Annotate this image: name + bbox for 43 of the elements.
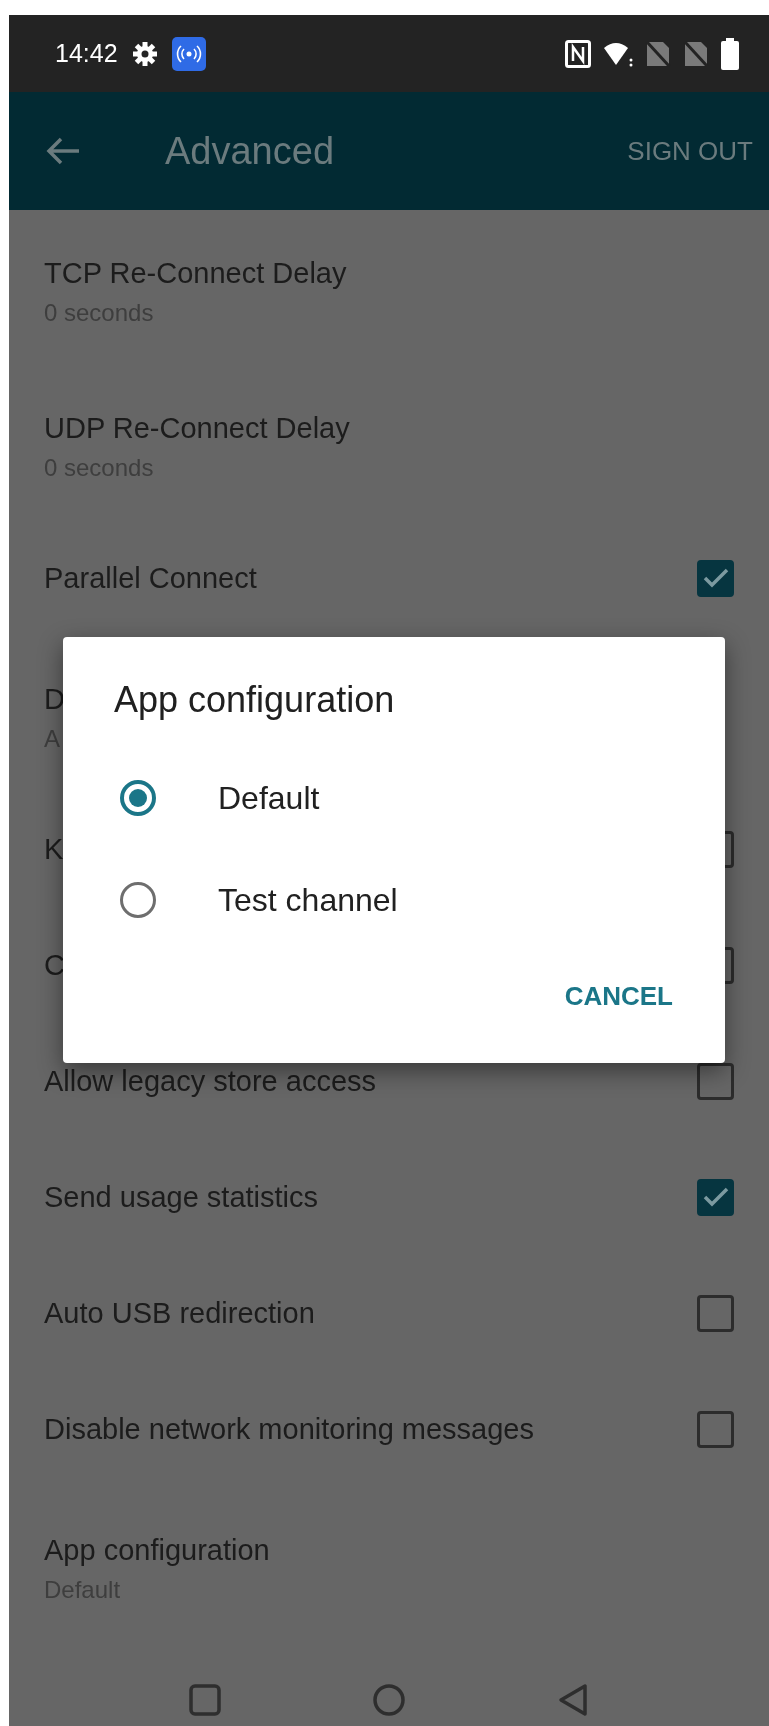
setting-title: K — [44, 832, 64, 867]
cancel-button[interactable]: CANCEL — [564, 977, 673, 1016]
back-button[interactable] — [556, 1683, 590, 1717]
nfc-icon — [565, 39, 591, 68]
setting-row[interactable]: Disable network monitoring messages — [9, 1371, 769, 1487]
setting-row[interactable]: Parallel Connect — [9, 520, 769, 636]
radio-button[interactable] — [120, 882, 156, 918]
sign-out-button[interactable]: SIGN OUT — [627, 135, 753, 167]
screen-title: Advanced — [165, 129, 335, 173]
status-time: 14:42 — [55, 39, 118, 68]
gear-icon — [131, 40, 158, 67]
checkbox[interactable] — [697, 1178, 734, 1216]
no-sim-icon — [683, 39, 709, 68]
setting-title: App configuration — [44, 1533, 270, 1568]
dialog-title: App configuration — [113, 678, 396, 722]
setting-title: Auto USB redirection — [44, 1296, 315, 1331]
checkbox[interactable] — [697, 559, 734, 597]
battery-icon — [721, 37, 739, 70]
checkbox[interactable] — [697, 1410, 734, 1448]
checkbox[interactable] — [697, 1294, 734, 1332]
setting-title: Allow legacy store access — [44, 1064, 377, 1099]
check-icon — [702, 568, 729, 588]
check-icon — [702, 1187, 729, 1207]
recents-button[interactable] — [188, 1683, 222, 1717]
wifi-icon — [603, 40, 633, 67]
setting-title: UDP Re-Connect Delay — [44, 411, 350, 446]
radio-option[interactable]: Test channel — [63, 849, 725, 951]
setting-title: D — [44, 682, 65, 717]
option-label: Test channel — [218, 881, 398, 919]
setting-title: Disable network monitoring messages — [44, 1412, 534, 1447]
setting-row[interactable]: Send usage statistics — [9, 1139, 769, 1255]
option-label: Default — [218, 779, 320, 817]
setting-title: C — [44, 948, 65, 983]
back-button[interactable] — [45, 136, 81, 166]
no-sim-icon — [645, 39, 671, 68]
home-button[interactable] — [372, 1683, 406, 1717]
setting-title: TCP Re-Connect Delay — [44, 256, 347, 291]
setting-row[interactable]: Auto USB redirection — [9, 1255, 769, 1371]
setting-title: Parallel Connect — [44, 561, 257, 596]
broadcast-icon — [171, 36, 206, 71]
radio-button[interactable] — [120, 780, 156, 816]
radio-option[interactable]: Default — [63, 747, 725, 849]
setting-title: Send usage statistics — [44, 1180, 319, 1215]
